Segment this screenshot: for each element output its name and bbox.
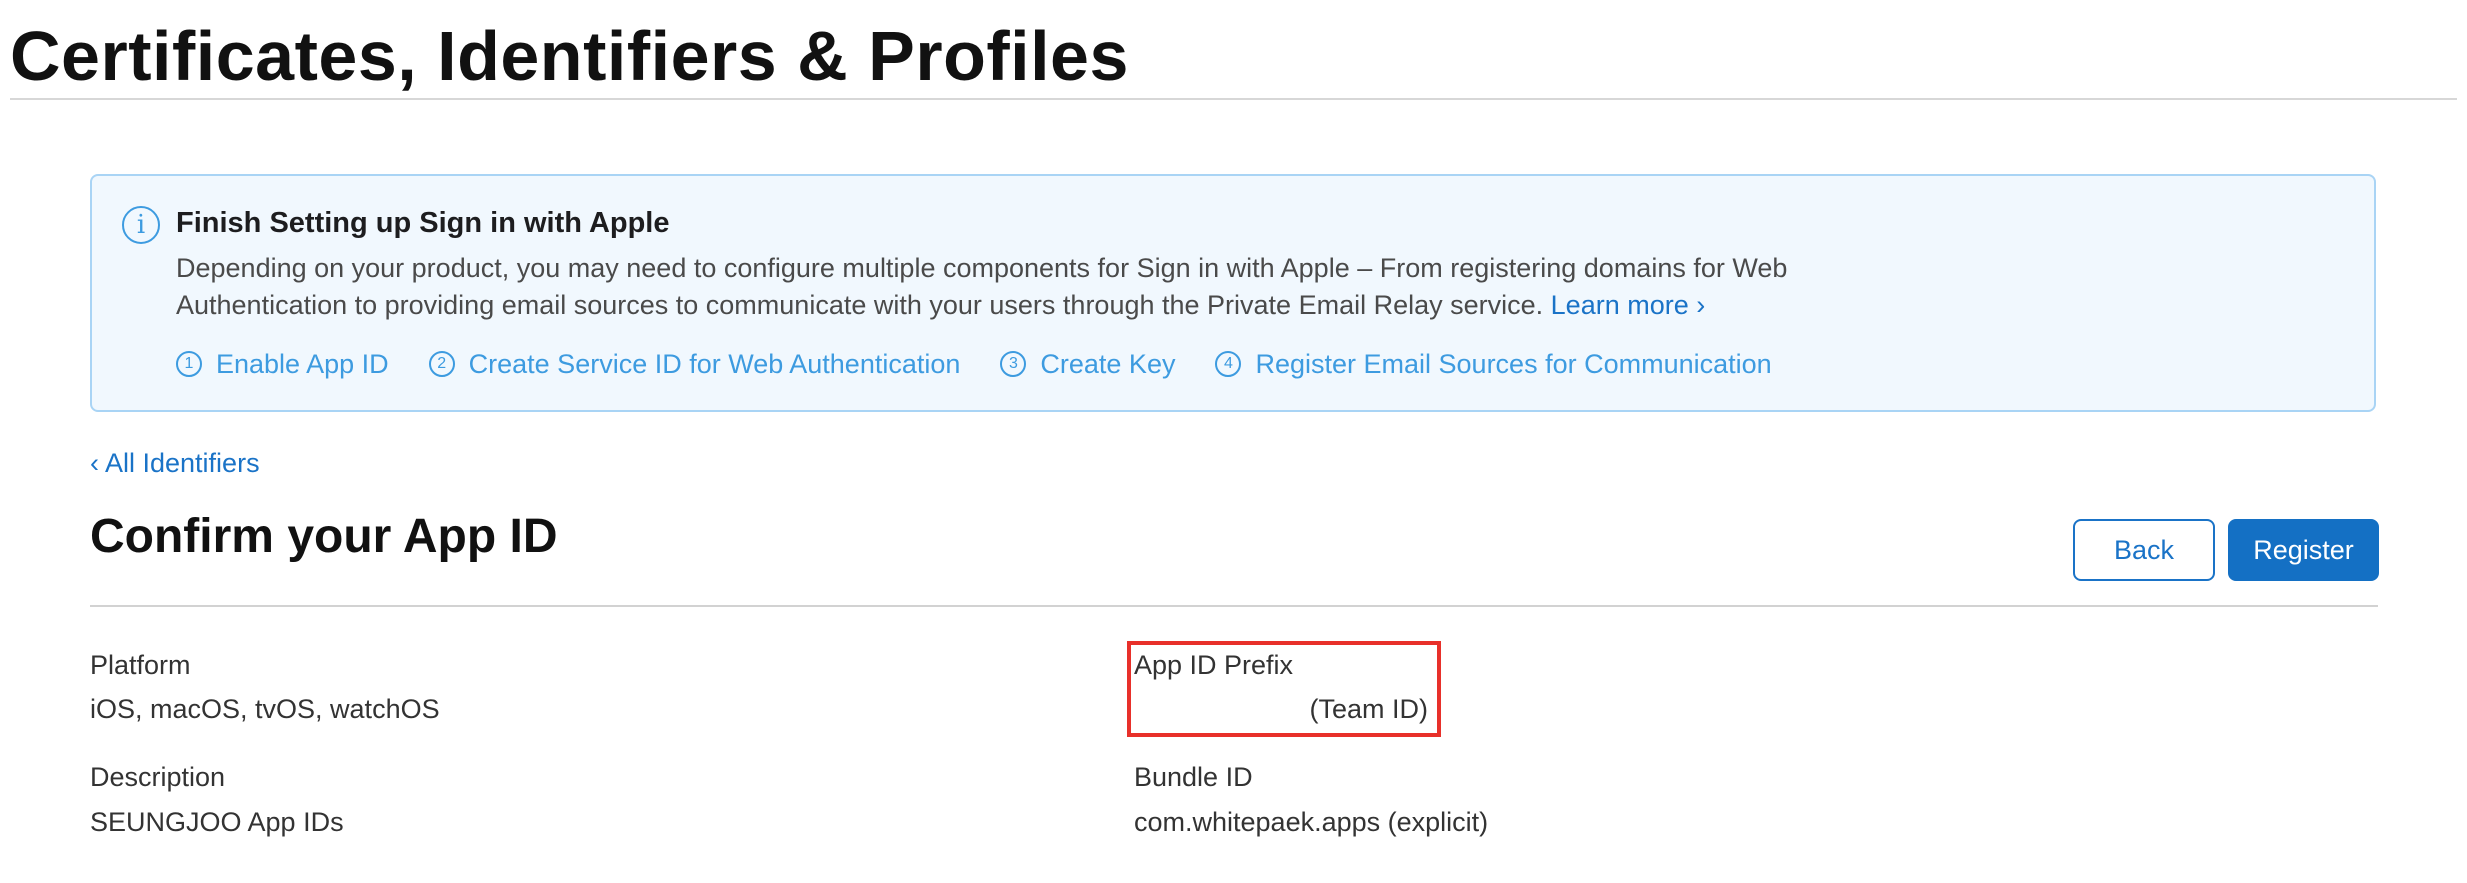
title-divider <box>10 98 2457 100</box>
register-button[interactable]: Register <box>2228 519 2379 581</box>
section-divider <box>90 605 2378 607</box>
setup-steps: 1 Enable App ID 2 Create Service ID for … <box>176 344 1812 384</box>
description-label: Description <box>90 762 226 792</box>
step-number-2-icon: 2 <box>428 351 455 377</box>
step-number-1-icon: 1 <box>176 351 202 377</box>
step-create-service-id[interactable]: 2 Create Service ID for Web Authenticati… <box>428 348 961 380</box>
description-value: SEUNGJOO App IDs <box>90 807 344 837</box>
chevron-left-icon: ‹ <box>90 448 99 478</box>
all-identifiers-label: All Identifiers <box>105 448 260 478</box>
step-number-4-icon: 4 <box>1215 351 1242 377</box>
step-label: Create Service ID for Web Authentication <box>468 348 961 379</box>
step-register-email-sources[interactable]: 4 Register Email Sources for Communicati… <box>1215 348 1772 380</box>
bundle-id-value: com.whitepaek.apps (explicit) <box>1134 807 1489 837</box>
step-create-key[interactable]: 3 Create Key <box>1000 349 1175 380</box>
step-label: Create Key <box>1040 348 1176 379</box>
step-label: Register Email Sources for Communication <box>1255 348 1772 379</box>
banner-description: Depending on your product, you may need … <box>176 250 1816 324</box>
bundle-id-label: Bundle ID <box>1134 762 1253 792</box>
back-button[interactable]: Back <box>2073 519 2215 581</box>
learn-more-link[interactable]: Learn more › <box>1551 290 1706 320</box>
banner-description-text: Depending on your product, you may need … <box>176 253 1788 320</box>
info-circle-icon: i <box>122 206 160 244</box>
step-number-3-icon: 3 <box>1000 351 1027 377</box>
section-title: Confirm your App ID <box>90 510 558 563</box>
platform-value: iOS, macOS, tvOS, watchOS <box>90 694 440 724</box>
all-identifiers-link[interactable]: ‹ All Identifiers <box>90 448 260 479</box>
platform-label: Platform <box>90 650 191 680</box>
step-enable-app-id[interactable]: 1 Enable App ID <box>176 349 389 380</box>
banner-title: Finish Setting up Sign in with Apple <box>176 207 670 239</box>
page-title: Certificates, Identifiers & Profiles <box>10 17 1129 95</box>
highlight-annotation-box <box>1127 641 1441 737</box>
step-label: Enable App ID <box>216 348 389 379</box>
